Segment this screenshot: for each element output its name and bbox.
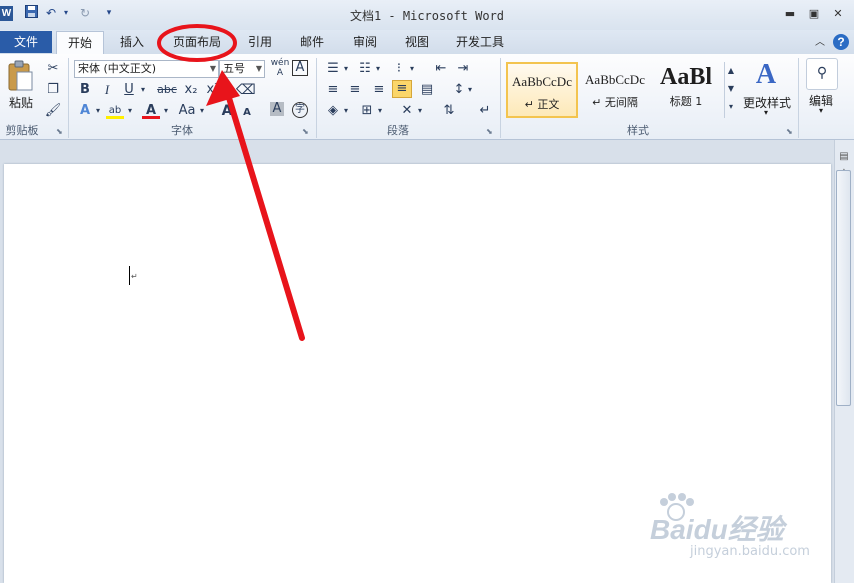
highlight-ellipse — [157, 24, 237, 62]
watermark-brand: Baidu经验 — [650, 514, 784, 545]
arrow-head — [206, 70, 240, 106]
baidu-watermark: Baidu经验 jingyan.baidu.com — [640, 490, 840, 570]
watermark-url: jingyan.baidu.com — [690, 544, 810, 559]
arrow-shaft — [223, 85, 305, 341]
